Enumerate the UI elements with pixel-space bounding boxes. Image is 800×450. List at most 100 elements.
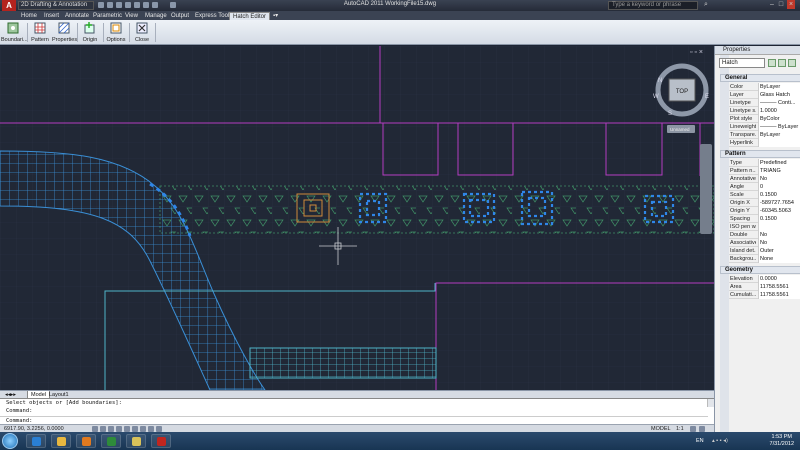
taskbar-app-button[interactable]: [26, 434, 46, 448]
navigation-bar[interactable]: [700, 144, 712, 234]
command-input[interactable]: Command:: [0, 416, 708, 424]
toggle-pickadd-icon[interactable]: [768, 59, 776, 67]
tray-icons[interactable]: ▴ ▪ ▪ ◂): [712, 438, 728, 444]
property-row[interactable]: Scale 0.1500: [729, 191, 800, 199]
maximize-button[interactable]: □: [777, 0, 785, 9]
tab-annotate[interactable]: Annotate: [62, 12, 92, 20]
section-geometry[interactable]: Geometry: [720, 266, 800, 274]
property-row[interactable]: Type Predefined: [729, 159, 800, 167]
property-value[interactable]: [758, 139, 800, 147]
save-icon[interactable]: [116, 2, 122, 8]
property-value[interactable]: 11758.5561: [758, 283, 800, 291]
tab-home[interactable]: Home: [18, 12, 40, 20]
property-row[interactable]: Hyperlink: [729, 139, 800, 147]
property-value[interactable]: No: [758, 231, 800, 239]
saveas-icon[interactable]: [125, 2, 131, 8]
origin-button[interactable]: Origin: [78, 21, 102, 44]
palette-title-strip[interactable]: [720, 46, 729, 432]
property-row[interactable]: Color ByLayer: [729, 83, 800, 91]
property-value[interactable]: -589727.7654: [758, 199, 800, 207]
taskbar-app-button[interactable]: [101, 434, 121, 448]
redo-icon[interactable]: [152, 2, 158, 8]
minimize-button[interactable]: –: [768, 0, 776, 9]
tab-output[interactable]: Output: [168, 12, 192, 20]
autocad-logo-icon[interactable]: A: [2, 0, 16, 11]
property-row[interactable]: Plot style ByColor: [729, 115, 800, 123]
property-row[interactable]: Lineweight ——— ByLayer: [729, 123, 800, 131]
property-value[interactable]: None: [758, 255, 800, 263]
property-row[interactable]: Backgrou... None: [729, 255, 800, 263]
binoculars-icon[interactable]: ⌕: [702, 0, 710, 9]
property-value[interactable]: -60345.5063: [758, 207, 800, 215]
property-row[interactable]: Elevation 0.0000: [729, 275, 800, 283]
quick-select-icon[interactable]: [788, 59, 796, 67]
property-row[interactable]: Linetype ——— Conti...: [729, 99, 800, 107]
property-value[interactable]: 0.0000: [758, 275, 800, 283]
tab-more-icon[interactable]: ▪▾: [270, 12, 281, 20]
open-icon[interactable]: [107, 2, 113, 8]
tab-insert[interactable]: Insert: [41, 12, 62, 20]
property-row[interactable]: Area 11758.5561: [729, 283, 800, 291]
close-hatch-editor-button[interactable]: Close: [130, 21, 154, 44]
workspace-dropdown[interactable]: 2D Drafting & Annotation: [18, 1, 94, 10]
drawing-svg[interactable]: TOP N W E S Unnamed ▫ ▫ ×: [0, 46, 714, 390]
property-value[interactable]: No: [758, 239, 800, 247]
property-row[interactable]: ISO pen w...: [729, 223, 800, 231]
property-value[interactable]: Predefined: [758, 159, 800, 167]
property-value[interactable]: ByColor: [758, 115, 800, 123]
property-value[interactable]: ByLayer: [758, 131, 800, 139]
taskbar-app-button[interactable]: [76, 434, 96, 448]
new-icon[interactable]: [98, 2, 104, 8]
property-row[interactable]: Transpare...ByLayer: [729, 131, 800, 139]
property-row[interactable]: Linetype s...1.0000: [729, 107, 800, 115]
boundaries-button[interactable]: Boundari...: [1, 21, 28, 44]
clock[interactable]: 1:53 PM 7/31/2012: [770, 434, 794, 448]
plot-icon[interactable]: [134, 2, 140, 8]
property-row[interactable]: Associative No: [729, 239, 800, 247]
property-row[interactable]: Annotative No: [729, 175, 800, 183]
pattern-button[interactable]: Pattern: [28, 21, 52, 44]
property-value[interactable]: [758, 223, 800, 231]
undo-icon[interactable]: [143, 2, 149, 8]
drawing-window-controls[interactable]: ▫ ▫ ×: [690, 49, 703, 56]
select-objects-icon[interactable]: [778, 59, 786, 67]
drawing-canvas[interactable]: TOP N W E S Unnamed ▫ ▫ ×: [0, 46, 714, 390]
tab-parametric[interactable]: Parametric: [90, 12, 125, 20]
toolbar-dropdown-icon[interactable]: [170, 2, 176, 8]
property-row[interactable]: Island det... Outer: [729, 247, 800, 255]
property-row[interactable]: Origin X -589727.7654: [729, 199, 800, 207]
property-value[interactable]: TRIANG: [758, 167, 800, 175]
property-value[interactable]: 0.1500: [758, 215, 800, 223]
tab-manage[interactable]: Manage: [142, 12, 170, 20]
property-value[interactable]: ByLayer: [758, 83, 800, 91]
taskbar-app-button[interactable]: [126, 434, 146, 448]
tab-hatch-editor[interactable]: Hatch Editor: [229, 12, 271, 20]
search-input[interactable]: Type a keyword or phrase: [608, 1, 698, 10]
language-indicator[interactable]: EN: [696, 438, 704, 444]
taskbar-app-button[interactable]: [151, 434, 171, 448]
property-value[interactable]: ——— Conti...: [758, 99, 800, 107]
property-row[interactable]: Spacing 0.1500: [729, 215, 800, 223]
object-type-select[interactable]: Hatch: [719, 58, 765, 68]
property-row[interactable]: Layer Glass Hatch: [729, 91, 800, 99]
property-value[interactable]: Glass Hatch: [758, 91, 800, 99]
property-value[interactable]: 0.1500: [758, 191, 800, 199]
property-value[interactable]: ——— ByLayer: [758, 123, 800, 131]
options-button[interactable]: Options: [104, 21, 128, 44]
property-value[interactable]: No: [758, 175, 800, 183]
tab-view[interactable]: View: [122, 12, 141, 20]
start-button[interactable]: [2, 433, 18, 449]
property-row[interactable]: Cumulati... 11758.5561: [729, 291, 800, 299]
close-window-button[interactable]: ×: [787, 0, 795, 9]
property-row[interactable]: Pattern n... TRIANG: [729, 167, 800, 175]
property-row[interactable]: Origin Y -60345.5063: [729, 207, 800, 215]
taskbar-app-button[interactable]: [51, 434, 71, 448]
property-row[interactable]: Angle 0: [729, 183, 800, 191]
property-value[interactable]: 1.0000: [758, 107, 800, 115]
section-general[interactable]: General: [720, 74, 800, 82]
section-pattern[interactable]: Pattern: [720, 150, 800, 158]
command-scrollbar[interactable]: [707, 399, 714, 407]
property-value[interactable]: 0: [758, 183, 800, 191]
property-value[interactable]: Outer: [758, 247, 800, 255]
property-value[interactable]: 11758.5561: [758, 291, 800, 299]
